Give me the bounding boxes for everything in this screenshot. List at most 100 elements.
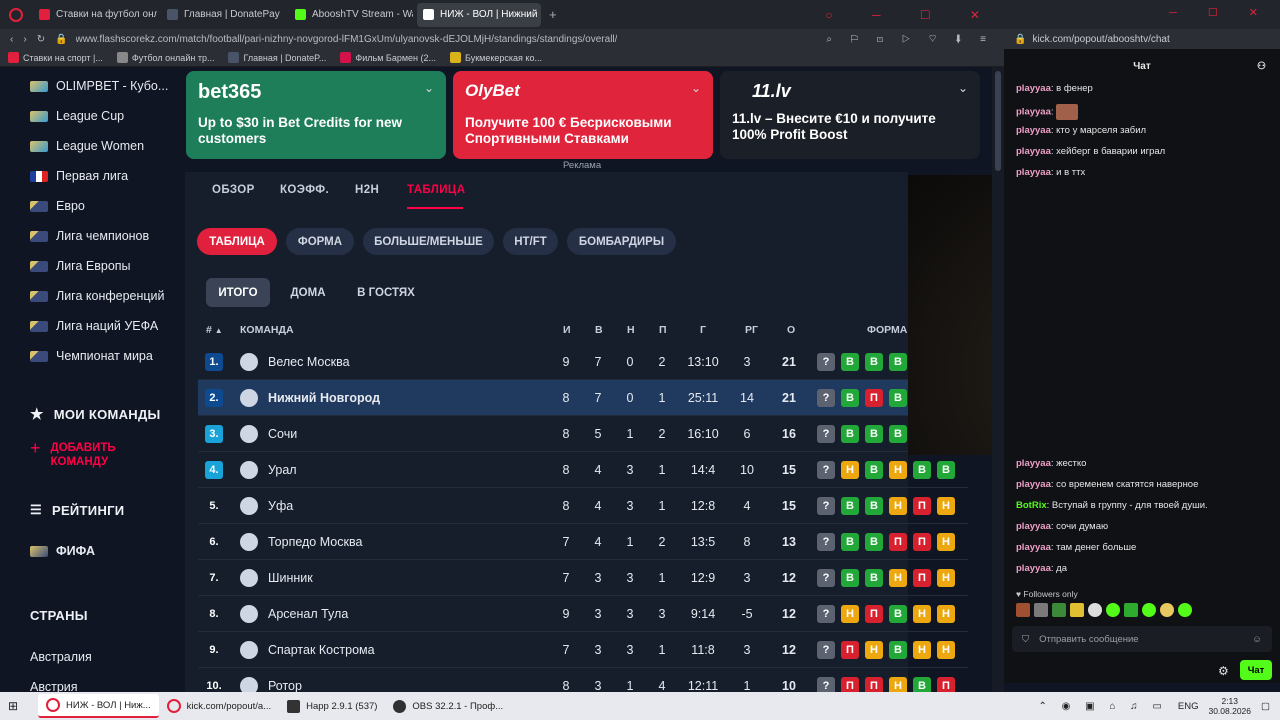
- form-badge[interactable]: Н: [937, 605, 955, 623]
- form-badge[interactable]: ?: [817, 389, 835, 407]
- chevron-down-icon[interactable]: ⌄: [958, 81, 968, 95]
- form-badge[interactable]: В: [865, 425, 883, 443]
- form-badge[interactable]: ?: [817, 353, 835, 371]
- col-points[interactable]: О: [787, 324, 795, 336]
- reload-icon[interactable]: ↻: [37, 34, 45, 45]
- form-badge[interactable]: В: [889, 425, 907, 443]
- ad-olybet[interactable]: OlyBet Получите 100 € Бесрисковыми Спорт…: [453, 71, 713, 159]
- form-badge[interactable]: Н: [889, 569, 907, 587]
- emote-icon[interactable]: [1052, 603, 1066, 617]
- form-badge[interactable]: В: [841, 353, 859, 371]
- emote-icon[interactable]: [1178, 603, 1192, 617]
- emote-icon[interactable]: [1088, 603, 1102, 617]
- table-row[interactable]: 8. Арсенал Тула 9 3 3 3 9:14 -5 12? Н П В Н Н: [198, 596, 968, 632]
- chat-url-text[interactable]: kick.com/popout/abooshtv/chat: [1032, 34, 1169, 45]
- col-goals[interactable]: Г: [700, 324, 706, 336]
- table-row[interactable]: 5. Уфа 8 4 3 1 12:8 4 15? В В Н П Н: [198, 488, 968, 524]
- page-scrollbar[interactable]: [992, 67, 1004, 692]
- opera-logo-icon[interactable]: [9, 7, 23, 22]
- emoji-icon[interactable]: ☺: [1252, 634, 1262, 645]
- chat-username[interactable]: playyaa: [1016, 521, 1051, 532]
- col-draw[interactable]: Н: [627, 324, 635, 336]
- settings-icon[interactable]: ⚙: [1218, 664, 1229, 678]
- form-badge[interactable]: Н: [865, 641, 883, 659]
- form-badge[interactable]: Н: [937, 533, 955, 551]
- venue-home[interactable]: ДОМА: [279, 278, 337, 307]
- form-badge[interactable]: П: [841, 641, 859, 659]
- ad-bet365[interactable]: bet365 Up to $30 in Bet Credits for new …: [186, 71, 446, 159]
- chat-username[interactable]: playyaa: [1016, 83, 1051, 94]
- sidebar-item-league[interactable]: Первая лига: [30, 166, 128, 186]
- sidebar-item-league[interactable]: League Women: [30, 136, 144, 156]
- form-badge[interactable]: В: [889, 641, 907, 659]
- toolbar-icons[interactable]: ⌕ ⚐ ⊡ ▷ ♡ ⬇ ≡: [826, 34, 1004, 45]
- pill-table[interactable]: ТАБЛИЦА: [197, 228, 277, 255]
- people-icon[interactable]: ⚇: [1257, 61, 1266, 72]
- col-played[interactable]: И: [563, 324, 571, 336]
- tray-icons[interactable]: ⌃ ◉ ▣ ⌂ ♫ ▭: [1038, 701, 1167, 712]
- sidebar-item-league[interactable]: League Cup: [30, 106, 124, 126]
- form-badge[interactable]: ?: [817, 533, 835, 551]
- browser-tab-active[interactable]: НИЖ - ВОЛ | Нижний Нов: [417, 2, 541, 27]
- form-badge[interactable]: В: [889, 605, 907, 623]
- bookmark-item[interactable]: Футбол онлайн тр...: [116, 52, 214, 63]
- team-name[interactable]: Спартак Кострома: [268, 632, 375, 668]
- table-row[interactable]: 6. Торпедо Москва 7 4 1 2 13:5 8 13? В В П П Н: [198, 524, 968, 560]
- form-badge[interactable]: В: [865, 461, 883, 479]
- table-row[interactable]: 1. Велес Москва 9 7 0 2 13:10 3 21? В В В: [198, 344, 968, 380]
- sidebar-item-league[interactable]: Лига Европы: [30, 256, 131, 276]
- browser-tab[interactable]: AbooshTV Stream - Watch: [289, 3, 413, 27]
- team-name[interactable]: Нижний Новгород: [268, 380, 380, 416]
- chat-username[interactable]: playyaa: [1016, 125, 1051, 136]
- ad-11lv[interactable]: 11.lv 11.lv – Внесите €10 и получите 100…: [720, 71, 980, 159]
- form-badge[interactable]: Н: [913, 605, 931, 623]
- pill-form[interactable]: ФОРМА: [286, 228, 354, 255]
- sidebar-item-league[interactable]: OLIMPBET - Кубо...: [30, 76, 168, 96]
- form-badge[interactable]: В: [841, 497, 859, 515]
- forward-icon[interactable]: ›: [23, 34, 26, 45]
- form-badge[interactable]: В: [841, 389, 859, 407]
- form-badge[interactable]: П: [913, 533, 931, 551]
- taskbar-item[interactable]: kick.com/popout/a...: [159, 694, 279, 718]
- col-won[interactable]: В: [595, 324, 603, 336]
- form-badge[interactable]: В: [937, 461, 955, 479]
- emote-icon[interactable]: [1034, 603, 1048, 617]
- send-chat-button[interactable]: Чат: [1240, 660, 1272, 680]
- form-badge[interactable]: Н: [889, 461, 907, 479]
- sidebar-item-league[interactable]: Лига чемпионов: [30, 226, 149, 246]
- form-badge[interactable]: В: [865, 533, 883, 551]
- form-badge[interactable]: В: [865, 497, 883, 515]
- form-badge[interactable]: ?: [817, 497, 835, 515]
- form-badge[interactable]: ?: [817, 569, 835, 587]
- form-badge[interactable]: П: [865, 605, 883, 623]
- team-name[interactable]: Сочи: [268, 416, 297, 452]
- col-lost[interactable]: П: [659, 324, 667, 336]
- table-row[interactable]: 7. Шинник 7 3 3 1 12:9 3 12? В В Н П Н: [198, 560, 968, 596]
- emote-icon[interactable]: [1160, 603, 1174, 617]
- emote-icon[interactable]: [1124, 603, 1138, 617]
- new-tab-icon[interactable]: +: [549, 7, 557, 22]
- table-row[interactable]: 2. Нижний Новгород 8 7 0 1 25:11 14 21? В П В: [198, 380, 968, 416]
- form-badge[interactable]: П: [889, 533, 907, 551]
- taskbar-item[interactable]: OBS 32.2.1 - Проф...: [385, 694, 511, 718]
- venue-total[interactable]: ИТОГО: [206, 278, 270, 307]
- form-badge[interactable]: Н: [841, 605, 859, 623]
- chat-username[interactable]: BotRix: [1016, 500, 1047, 511]
- form-badge[interactable]: ?: [817, 461, 835, 479]
- chat-username[interactable]: playyaa: [1016, 107, 1051, 118]
- sidebar-item-league[interactable]: Лига наций УЕФА: [30, 316, 158, 336]
- team-name[interactable]: Торпедо Москва: [268, 524, 362, 560]
- form-badge[interactable]: В: [841, 569, 859, 587]
- bookmark-item[interactable]: Фильм Бармен (2...: [340, 52, 436, 63]
- chat-input[interactable]: ⛉ Отправить сообщение ☺: [1012, 626, 1272, 652]
- form-badge[interactable]: В: [889, 353, 907, 371]
- start-menu-icon[interactable]: ⊞: [8, 699, 30, 713]
- form-badge[interactable]: П: [913, 569, 931, 587]
- sidebar-item-country[interactable]: Австралия: [30, 647, 92, 667]
- form-badge[interactable]: П: [865, 389, 883, 407]
- form-badge[interactable]: Н: [937, 497, 955, 515]
- bookmark-item[interactable]: Букмекерская ко...: [450, 52, 542, 63]
- emote-icon[interactable]: [1106, 603, 1120, 617]
- clock[interactable]: 2:13 30.08.2026: [1208, 696, 1251, 716]
- emote-icon[interactable]: [1142, 603, 1156, 617]
